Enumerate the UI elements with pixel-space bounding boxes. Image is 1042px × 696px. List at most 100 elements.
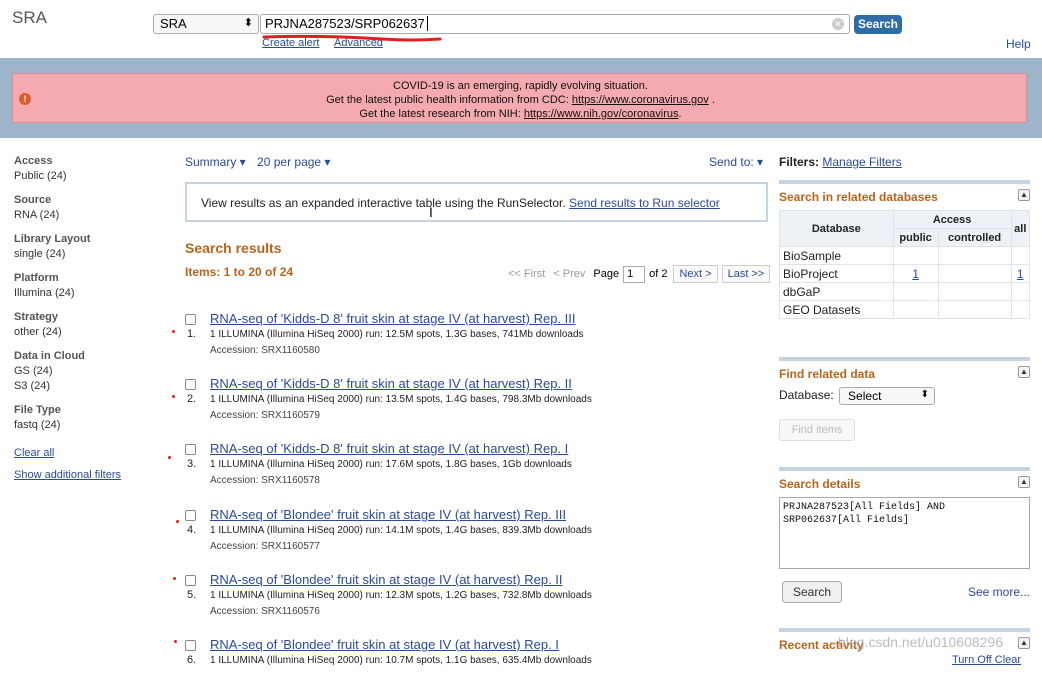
all-count xyxy=(1010,282,1031,301)
show-additional-filters-link[interactable]: Show additional filters xyxy=(14,469,164,481)
filters-line: Filters: Manage Filters xyxy=(779,155,902,169)
nih-link[interactable]: https://www.nih.gov/coronavirus xyxy=(524,108,679,120)
result-checkbox[interactable] xyxy=(185,314,196,325)
header-controlled: controlled xyxy=(937,228,1012,247)
result-checkbox[interactable] xyxy=(185,640,196,651)
result-title-link[interactable]: RNA-seq of 'Kidds-D 8' fruit skin at sta… xyxy=(210,311,576,326)
clear-all-link[interactable]: Clear all xyxy=(14,447,164,459)
result-description: 1 ILLUMINA (Illumina HiSeq 2000) run: 10… xyxy=(210,655,592,666)
next-page-button[interactable]: Next > xyxy=(673,265,718,283)
result-number: 6. xyxy=(187,654,197,666)
facet-value[interactable]: S3 (24) xyxy=(14,379,164,394)
result-number: 4. xyxy=(187,524,197,536)
facet-value[interactable]: Illumina (24) xyxy=(14,286,164,301)
send-to-run-selector-link[interactable]: Send results to Run selector xyxy=(569,196,720,210)
facet-value[interactable]: Public (24) xyxy=(14,169,164,184)
collapse-toggle-icon[interactable]: ▲ xyxy=(1018,366,1030,378)
result-accession: Accession: SRX1160578 xyxy=(210,475,320,486)
cdc-link[interactable]: https://www.coronavirus.gov xyxy=(572,94,709,106)
manage-filters-link[interactable]: Manage Filters xyxy=(822,155,901,169)
result-accession: Accession: SRX1160580 xyxy=(210,345,320,356)
red-annotation-underline xyxy=(262,34,442,42)
result-checkbox[interactable] xyxy=(185,444,196,455)
clear-search-icon[interactable]: ✕ xyxy=(832,18,844,30)
public-count-cell: 1 xyxy=(892,264,939,283)
first-page-link: << First xyxy=(508,268,546,280)
facet-title: Strategy xyxy=(14,311,59,323)
last-page-button[interactable]: Last >> xyxy=(721,265,771,283)
ibeam-cursor-icon: I xyxy=(429,204,433,220)
search-details-textarea[interactable]: PRJNA287523[All Fields] AND SRP062637[Al… xyxy=(779,497,1030,569)
all-count-link[interactable]: 1 xyxy=(1017,267,1024,281)
red-annotation-dot xyxy=(173,577,176,580)
red-annotation-dot xyxy=(172,330,175,333)
facet-sidebar: Access Public (24) Source RNA (24) Libra… xyxy=(14,153,164,481)
result-checkbox[interactable] xyxy=(185,575,196,586)
see-more-link[interactable]: See more... xyxy=(968,585,1030,599)
search-details-panel: Search details ▲ PRJNA287523[All Fields]… xyxy=(779,467,1030,617)
related-databases-title: Search in related databases xyxy=(779,190,938,204)
collapse-toggle-icon[interactable]: ▲ xyxy=(1018,476,1030,488)
banner-line-2: Get the latest public health information… xyxy=(13,93,1028,107)
table-row: GEO Datasets xyxy=(779,300,1031,319)
table-row: BioProject 1 1 xyxy=(779,264,1031,283)
facet-source: Source RNA (24) xyxy=(14,192,164,223)
result-title-link[interactable]: RNA-seq of 'Kidds-D 8' fruit skin at sta… xyxy=(210,376,572,391)
sra-logo[interactable]: SRA xyxy=(12,8,47,28)
collapse-toggle-icon[interactable]: ▲ xyxy=(1018,189,1030,201)
database-label: Database: xyxy=(779,388,834,403)
facet-strategy: Strategy other (24) xyxy=(14,309,164,340)
search-details-title: Search details xyxy=(779,477,861,491)
search-details-button[interactable]: Search xyxy=(782,581,842,603)
db-name: BioProject xyxy=(779,264,894,283)
database-select[interactable]: SRA ⬍ xyxy=(153,14,259,34)
result-title-link[interactable]: RNA-seq of 'Blondee' fruit skin at stage… xyxy=(210,507,566,522)
result-checkbox[interactable] xyxy=(185,510,196,521)
facet-value[interactable]: other (24) xyxy=(14,325,164,340)
result-title-link[interactable]: RNA-seq of 'Kidds-D 8' fruit skin at sta… xyxy=(210,441,568,456)
result-description: 1 ILLUMINA (Illumina HiSeq 2000) run: 12… xyxy=(210,329,584,340)
text-cursor xyxy=(426,16,428,31)
filters-label: Filters: xyxy=(779,155,823,169)
result-item: 1. RNA-seq of 'Kidds-D 8' fruit skin at … xyxy=(172,310,772,370)
facet-value[interactable]: single (24) xyxy=(14,247,164,262)
watermark: blog.csdn.net/u010608296 xyxy=(838,634,1004,650)
controlled-count xyxy=(937,300,1012,319)
facet-value[interactable]: fastq (24) xyxy=(14,418,164,433)
runselector-text: View results as an expanded interactive … xyxy=(201,196,570,210)
result-checkbox[interactable] xyxy=(185,379,196,390)
header-access: Access xyxy=(892,210,1012,229)
result-title-link[interactable]: RNA-seq of 'Blondee' fruit skin at stage… xyxy=(210,572,563,587)
collapse-toggle-icon[interactable]: ▲ xyxy=(1018,637,1030,649)
summary-dropdown[interactable]: Summary ▾ xyxy=(185,155,246,169)
search-input-value: PRJNA287523/SRP062637 xyxy=(265,16,425,31)
banner-line-1: COVID-19 is an emerging, rapidly evolvin… xyxy=(393,80,648,92)
page-number-input[interactable] xyxy=(623,265,646,283)
result-description: 1 ILLUMINA (Illumina HiSeq 2000) run: 14… xyxy=(210,525,592,536)
turn-off-clear-links[interactable]: Turn Off Clear xyxy=(952,654,1021,666)
red-annotation-dot xyxy=(172,395,175,398)
help-link[interactable]: Help xyxy=(1006,37,1031,51)
controlled-count xyxy=(937,264,1012,283)
public-count xyxy=(892,282,939,301)
per-page-dropdown[interactable]: 20 per page ▾ xyxy=(257,155,330,169)
banner-frame: ! COVID-19 is an emerging, rapidly evolv… xyxy=(0,58,1042,138)
red-annotation-dot xyxy=(168,456,171,459)
search-input[interactable]: PRJNA287523/SRP062637 ✕ xyxy=(260,14,850,34)
public-count-link[interactable]: 1 xyxy=(912,267,919,281)
panel-title: Find related data ▲ xyxy=(779,361,1030,387)
db-name: GEO Datasets xyxy=(779,300,894,319)
facet-value[interactable]: RNA (24) xyxy=(14,208,164,223)
banner-line-2-end: . xyxy=(708,94,715,106)
header-public: public xyxy=(892,228,939,247)
find-items-button[interactable]: Find items xyxy=(779,419,855,441)
result-title-link[interactable]: RNA-seq of 'Blondee' fruit skin at stage… xyxy=(210,637,559,652)
database-dropdown[interactable]: Select ⬍ xyxy=(839,387,936,405)
search-button[interactable]: Search xyxy=(854,15,902,34)
result-number: 1. xyxy=(187,328,197,340)
send-to-dropdown[interactable]: Send to: ▾ xyxy=(709,155,763,169)
facet-title: File Type xyxy=(14,404,61,416)
facet-value[interactable]: GS (24) xyxy=(14,364,164,379)
banner-line-3: Get the latest research from NIH: https:… xyxy=(13,107,1028,121)
banner-line-3-text: Get the latest research from NIH: xyxy=(359,108,524,120)
